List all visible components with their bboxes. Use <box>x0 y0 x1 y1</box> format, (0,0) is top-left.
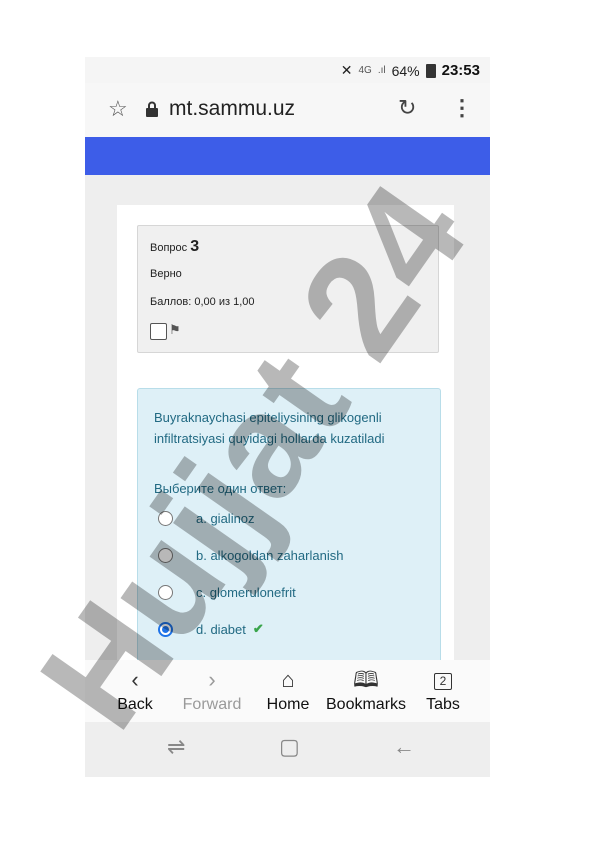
book-icon: 🕮 <box>353 667 379 692</box>
signal-icon: .ıl <box>377 65 386 76</box>
question-info-panel: Вопрос 3 Верно Баллов: 0,00 из 1,00 ⚑ <box>137 225 439 353</box>
flag-checkbox[interactable] <box>150 323 167 340</box>
clock: 23:53 <box>441 62 480 79</box>
home-square-icon[interactable]: ▢ <box>279 734 300 760</box>
tabs-button[interactable]: 2 Tabs <box>403 666 483 714</box>
question-text: Buyraknaychasi epiteliysining glikogenli… <box>154 410 385 446</box>
site-header-bar <box>85 137 490 175</box>
lock-icon <box>146 101 158 117</box>
url-text[interactable]: mt.sammu.uz <box>169 97 295 121</box>
tabs-count: 2 <box>434 672 452 690</box>
option-label: c. glomerulonefrit <box>196 584 296 600</box>
bookmark-star-icon[interactable]: ☆ <box>108 96 128 122</box>
system-nav-bar: ⇌ ▢ ← <box>85 722 490 777</box>
question-number: Вопрос 3 <box>150 238 199 256</box>
tabs-label: Tabs <box>426 696 460 713</box>
back-label: Back <box>117 696 153 713</box>
home-button[interactable]: ⌂ Home <box>248 666 328 714</box>
bookmarks-button[interactable]: 🕮 Bookmarks <box>326 666 406 714</box>
mute-icon: ✕ <box>340 62 353 78</box>
flag-icon[interactable]: ⚑ <box>169 322 181 338</box>
battery-icon <box>425 63 436 78</box>
bookmarks-label: Bookmarks <box>326 696 407 713</box>
home-label: Home <box>266 696 310 713</box>
radio-button[interactable] <box>158 547 173 563</box>
status-icons: ✕ 4G .ıl 64% 23:53 <box>341 62 480 79</box>
recent-apps-icon[interactable]: ⇌ <box>167 734 185 760</box>
question-box: Buyraknaychasi epiteliysining glikogenli… <box>137 388 441 665</box>
answer-prompt: Выберите один ответ: <box>154 481 287 496</box>
browser-bottom-nav: ‹ Back › Forward ⌂ Home 🕮 Bookmarks 2 Ta… <box>85 660 490 722</box>
radio-button[interactable] <box>158 510 173 526</box>
back-button[interactable]: ‹ Back <box>95 666 175 714</box>
question-grade: Баллов: 0,00 из 1,00 <box>150 296 255 308</box>
page-content: Вопрос 3 Верно Баллов: 0,00 из 1,00 ⚑ Bu… <box>85 175 490 665</box>
chevron-left-icon: ‹ <box>131 667 139 692</box>
reload-icon[interactable]: ↻ <box>398 95 416 121</box>
more-menu-icon[interactable]: ⋮ <box>451 95 473 121</box>
option-label: d. diabet <box>196 621 246 637</box>
network-type: 4G <box>358 65 372 76</box>
radio-button[interactable] <box>158 584 173 600</box>
answer-option-d[interactable]: d. diabet ✔ <box>158 618 264 640</box>
answer-option-a[interactable]: a. gialinoz <box>158 507 255 529</box>
correct-check-icon: ✔ <box>252 621 264 636</box>
question-state: Верно <box>150 268 182 280</box>
tabs-icon: 2 <box>403 666 483 694</box>
chevron-right-icon: › <box>208 667 216 692</box>
phone-screen: ✕ 4G .ıl 64% 23:53 ☆ mt.sammu.uz ↻ ⋮ Воп… <box>85 57 490 777</box>
status-bar: ✕ 4G .ıl 64% 23:53 <box>85 57 490 83</box>
option-label: b. alkogoldan zaharlanish <box>196 547 344 563</box>
back-arrow-icon[interactable]: ← <box>393 734 415 760</box>
battery-percent: 64% <box>391 62 420 79</box>
forward-button[interactable]: › Forward <box>172 666 252 714</box>
browser-url-bar: ☆ mt.sammu.uz ↻ ⋮ <box>85 83 490 137</box>
question-number-value: 3 <box>190 238 200 255</box>
answer-option-c[interactable]: c. glomerulonefrit <box>158 581 296 603</box>
question-card: Вопрос 3 Верно Баллов: 0,00 из 1,00 ⚑ Bu… <box>117 205 454 665</box>
option-label: a. gialinoz <box>196 510 255 526</box>
forward-label: Forward <box>182 696 242 713</box>
question-label: Вопрос <box>150 242 188 254</box>
radio-button-selected[interactable] <box>158 621 173 637</box>
answer-option-b[interactable]: b. alkogoldan zaharlanish <box>158 544 343 566</box>
home-icon: ⌂ <box>281 667 295 692</box>
